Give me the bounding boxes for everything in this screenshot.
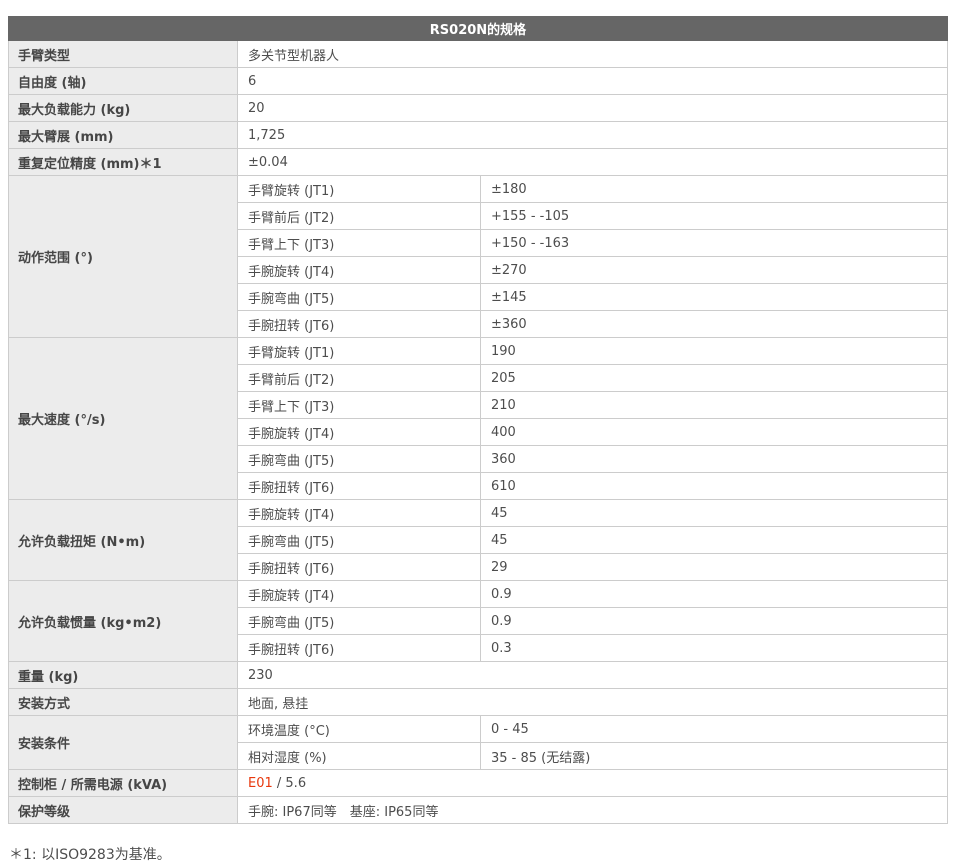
sub-label: 手腕弯曲 (JT5) — [238, 527, 481, 554]
table-row: 安装方式地面, 悬挂 — [9, 689, 948, 716]
value-cell: 610 — [481, 473, 948, 500]
table-row: 自由度 (轴)6 — [9, 68, 948, 95]
sub-label: 环境温度 (°C) — [238, 716, 481, 743]
spec-table: RS020N的规格 手臂类型多关节型机器人自由度 (轴)6最大负载能力 (kg)… — [8, 16, 948, 824]
table-row: 允许负载扭矩 (N•m)手腕旋转 (JT4)45 — [9, 500, 948, 527]
value-cell: 29 — [481, 554, 948, 581]
value-cell: ±360 — [481, 311, 948, 338]
sub-label: 手臂前后 (JT2) — [238, 365, 481, 392]
table-row: 最大负载能力 (kg)20 — [9, 95, 948, 122]
footnote: ＊1: 以ISO9283为基准。 — [8, 844, 957, 864]
row-label: 手臂类型 — [9, 41, 238, 68]
value-cell: ±145 — [481, 284, 948, 311]
row-label: 自由度 (轴) — [9, 68, 238, 95]
value-cell: 6 — [238, 68, 948, 95]
sub-label: 手臂上下 (JT3) — [238, 230, 481, 257]
value-suffix: / 5.6 — [273, 776, 306, 791]
value-cell: 0.9 — [481, 608, 948, 635]
value-cell: 手腕: IP67同等 基座: IP65同等 — [238, 797, 948, 824]
value-cell: 210 — [481, 392, 948, 419]
value-cell: 1,725 — [238, 122, 948, 149]
sub-label: 手腕旋转 (JT4) — [238, 581, 481, 608]
e01-controller-link[interactable]: E01 — [248, 776, 273, 791]
value-cell: 360 — [481, 446, 948, 473]
value-cell: E01 / 5.6 — [238, 770, 948, 797]
spec-table-body: 手臂类型多关节型机器人自由度 (轴)6最大负载能力 (kg)20最大臂展 (mm… — [9, 41, 948, 824]
row-label: 最大负载能力 (kg) — [9, 95, 238, 122]
table-row: 安装条件环境温度 (°C)0 - 45 — [9, 716, 948, 743]
row-label: 动作范围 (°) — [9, 176, 238, 338]
value-cell: 地面, 悬挂 — [238, 689, 948, 716]
value-cell: ±270 — [481, 257, 948, 284]
value-cell: ±0.04 — [238, 149, 948, 176]
value-cell: 205 — [481, 365, 948, 392]
row-label: 允许负载扭矩 (N•m) — [9, 500, 238, 581]
row-label: 重量 (kg) — [9, 662, 238, 689]
table-title: RS020N的规格 — [9, 17, 948, 41]
value-cell: 190 — [481, 338, 948, 365]
sub-label: 手腕弯曲 (JT5) — [238, 284, 481, 311]
value-cell: 0.3 — [481, 635, 948, 662]
sub-label: 手臂前后 (JT2) — [238, 203, 481, 230]
sub-label: 手腕扭转 (JT6) — [238, 635, 481, 662]
value-cell: 35 - 85 (无结露) — [481, 743, 948, 770]
sub-label: 手臂上下 (JT3) — [238, 392, 481, 419]
row-label: 安装方式 — [9, 689, 238, 716]
table-row: 手臂类型多关节型机器人 — [9, 41, 948, 68]
value-cell: +155 - -105 — [481, 203, 948, 230]
value-cell: +150 - -163 — [481, 230, 948, 257]
row-label: 保护等级 — [9, 797, 238, 824]
row-label: 控制柜 / 所需电源 (kVA) — [9, 770, 238, 797]
sub-label: 手腕旋转 (JT4) — [238, 500, 481, 527]
row-label: 最大臂展 (mm) — [9, 122, 238, 149]
table-header-row: RS020N的规格 — [9, 17, 948, 41]
table-row: 允许负载惯量 (kg•m2)手腕旋转 (JT4)0.9 — [9, 581, 948, 608]
row-label: 安装条件 — [9, 716, 238, 770]
table-row: 动作范围 (°)手臂旋转 (JT1)±180 — [9, 176, 948, 203]
row-label: 最大速度 (°/s) — [9, 338, 238, 500]
value-cell: 20 — [238, 95, 948, 122]
table-row: 重复定位精度 (mm)＊1±0.04 — [9, 149, 948, 176]
table-row: 重量 (kg)230 — [9, 662, 948, 689]
value-cell: 0.9 — [481, 581, 948, 608]
value-cell: 多关节型机器人 — [238, 41, 948, 68]
table-row: 控制柜 / 所需电源 (kVA)E01 / 5.6 — [9, 770, 948, 797]
row-label: 允许负载惯量 (kg•m2) — [9, 581, 238, 662]
value-cell: 0 - 45 — [481, 716, 948, 743]
value-cell: 45 — [481, 527, 948, 554]
sub-label: 手腕弯曲 (JT5) — [238, 446, 481, 473]
sub-label: 相对湿度 (%) — [238, 743, 481, 770]
table-row: 最大速度 (°/s)手臂旋转 (JT1)190 — [9, 338, 948, 365]
sub-label: 手臂旋转 (JT1) — [238, 176, 481, 203]
sub-label: 手腕扭转 (JT6) — [238, 554, 481, 581]
sub-label: 手腕旋转 (JT4) — [238, 257, 481, 284]
value-cell: ±180 — [481, 176, 948, 203]
sub-label: 手腕扭转 (JT6) — [238, 473, 481, 500]
value-cell: 45 — [481, 500, 948, 527]
value-cell: 400 — [481, 419, 948, 446]
sub-label: 手腕弯曲 (JT5) — [238, 608, 481, 635]
page: RS020N的规格 手臂类型多关节型机器人自由度 (轴)6最大负载能力 (kg)… — [0, 0, 965, 858]
table-row: 保护等级手腕: IP67同等 基座: IP65同等 — [9, 797, 948, 824]
value-cell: 230 — [238, 662, 948, 689]
sub-label: 手臂旋转 (JT1) — [238, 338, 481, 365]
sub-label: 手腕旋转 (JT4) — [238, 419, 481, 446]
sub-label: 手腕扭转 (JT6) — [238, 311, 481, 338]
table-row: 最大臂展 (mm)1,725 — [9, 122, 948, 149]
row-label: 重复定位精度 (mm)＊1 — [9, 149, 238, 176]
